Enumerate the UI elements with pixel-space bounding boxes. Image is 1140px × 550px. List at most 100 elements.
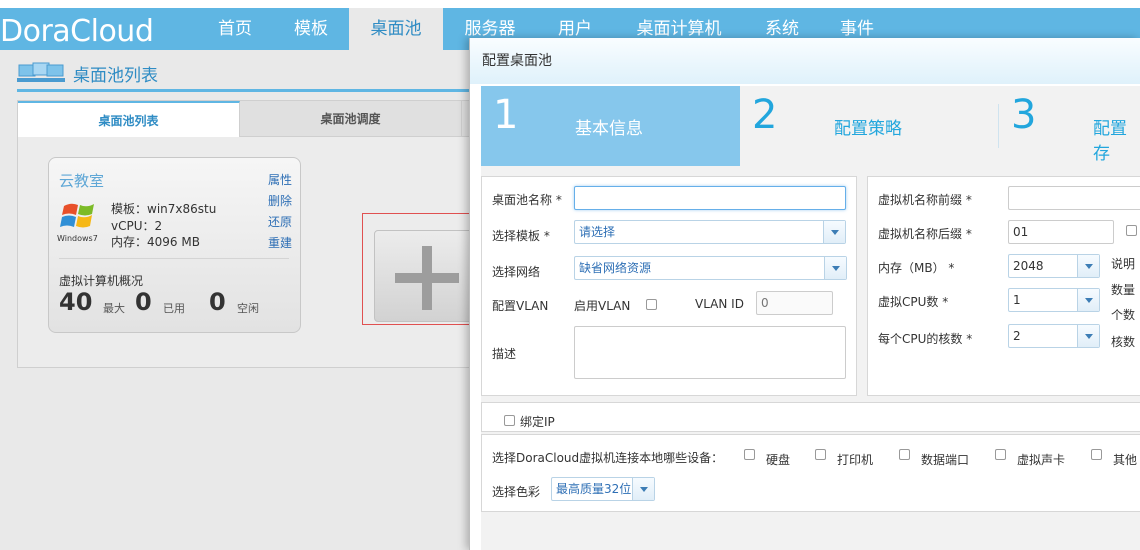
page-title: 桌面池列表 [73,65,158,86]
device-dataport-checkbox[interactable] [899,449,910,460]
vm-max-label: 最大 [103,302,125,315]
dialog-header: 配置桌面池 [470,38,1140,84]
devices-label: 选择DoraCloud虚拟机连接本地哪些设备： [492,451,724,465]
page-heading: 桌面池列表 [17,58,158,88]
enable-vlan-label: 启用VLAN [574,299,631,313]
device-printer-checkbox[interactable] [815,449,826,460]
vm-idle-count: 0 [209,288,226,316]
dialog-title: 配置桌面池 [482,53,552,69]
step-number: 1 [493,92,519,138]
device-disk-label: 硬盘 [766,453,791,467]
description-textarea[interactable] [574,326,846,379]
template-label: 选择模板 * [492,229,550,243]
chevron-down-icon[interactable] [824,257,846,279]
cores-select[interactable]: 2 [1008,324,1100,348]
step-label: 配置存 [1093,119,1127,164]
pool-card-actions: 属性 删除 还原 重建 [268,170,292,254]
tab-pool-list[interactable]: 桌面池列表 [18,101,240,137]
device-soundcard-checkbox[interactable] [995,449,1006,460]
step-number: 3 [1011,92,1037,138]
cpu-note-1: 数量 [1111,283,1136,297]
pool-rebuild-link[interactable]: 重建 [268,233,292,254]
monitors-icon [17,62,65,84]
step-storage[interactable]: 3 配置存 [999,86,1140,166]
step-label: 基本信息 [575,119,643,139]
pool-vcpu: vCPU：2 [111,219,163,233]
tabs-panel: 桌面池列表 桌面池调度 云教室 属性 删除 还原 重建 Windows7 模板：… [17,100,477,368]
cpu-count-label: 虚拟CPU数 * [878,295,949,309]
pool-restore-link[interactable]: 还原 [268,212,292,233]
color-label: 选择色彩 [492,485,541,499]
device-other-label: 其他 [1113,453,1138,467]
pool-delete-link[interactable]: 删除 [268,191,292,212]
memory-select[interactable]: 2048 [1008,254,1100,278]
chevron-down-icon[interactable] [1077,255,1099,277]
cpu-note-2: 个数 [1111,308,1136,322]
step-policy[interactable]: 2 配置策略 [740,86,998,166]
nav-item-desktop-pool[interactable]: 桌面池 [349,8,443,50]
enable-vlan-checkbox[interactable] [646,299,657,310]
bind-ip-checkbox[interactable] [504,415,515,426]
dialog-body: 1 基本信息 2 配置策略 3 配置存 桌面池名称 * 选择模板 * 请选择 选… [481,86,1140,550]
heading-underline [17,89,472,92]
vm-config-form: 虚拟机名称前缀 * 虚拟机名称后缀 * 内存（MB） * 2048 说明 虚拟C… [867,176,1140,396]
add-pool-box [362,213,476,325]
device-dataport-label: 数据端口 [921,453,970,467]
vm-used-count: 0 [135,288,152,316]
bind-ip-label: 绑定IP [520,415,555,429]
network-select[interactable]: 缺省网络资源 [574,256,847,280]
device-printer-label: 打印机 [837,453,874,467]
pool-template: 模板：win7x86stu [111,202,217,216]
step-label: 配置策略 [834,119,902,139]
vm-overview-title: 虚拟计算机概况 [59,274,144,288]
chevron-down-icon[interactable] [632,478,654,500]
memory-select-value: 2048 [1013,259,1044,273]
cores-label: 每个CPU的核数 * [878,332,973,346]
add-pool-button[interactable] [374,230,474,322]
chevron-down-icon[interactable] [823,221,845,243]
devices-section: 选择DoraCloud虚拟机连接本地哪些设备： 硬盘 打印机 数据端口 虚拟声卡… [481,434,1140,512]
app-logo: DoraCloud [0,14,154,49]
chevron-down-icon[interactable] [1077,325,1099,347]
tab-pool-schedule[interactable]: 桌面池调度 [240,101,462,137]
pool-name-label: 桌面池名称 * [492,193,562,207]
basic-info-form: 桌面池名称 * 选择模板 * 请选择 选择网络 缺省网络资源 配置VLAN 启用… [481,176,857,396]
vm-idle-label: 空闲 [237,302,259,315]
step-number: 2 [752,92,778,138]
pool-properties-link[interactable]: 属性 [268,170,292,191]
vlan-label: 配置VLAN [492,299,549,313]
vm-suffix-label: 虚拟机名称后缀 * [878,227,972,241]
pool-name[interactable]: 云教室 [59,170,104,191]
wizard-steps: 1 基本信息 2 配置策略 3 配置存 [481,86,1140,166]
vlan-id-label: VLAN ID [695,297,744,311]
pool-card[interactable]: 云教室 属性 删除 还原 重建 Windows7 模板：win7x86stu v… [48,157,301,333]
device-soundcard-label: 虚拟声卡 [1017,453,1066,467]
nav-item-templates[interactable]: 模板 [276,8,346,50]
memory-note: 说明 [1111,257,1136,271]
configure-pool-dialog: 配置桌面池 1 基本信息 2 配置策略 3 配置存 桌面池名称 * 选择模板 * [469,38,1140,550]
pool-memory: 内存：4096 MB [111,235,200,249]
chevron-down-icon[interactable] [1077,289,1099,311]
color-select[interactable]: 最高质量32位 [551,477,655,501]
nav-item-home[interactable]: 首页 [200,8,270,50]
cores-select-value: 2 [1013,329,1021,343]
vm-prefix-input[interactable] [1008,186,1140,210]
card-divider [59,258,289,259]
network-label: 选择网络 [492,265,541,279]
pool-name-input[interactable] [574,186,846,210]
description-label: 描述 [492,347,517,361]
device-disk-checkbox[interactable] [744,449,755,460]
step-basic-info[interactable]: 1 基本信息 [481,86,740,166]
suffix-option-checkbox[interactable] [1126,225,1137,236]
bind-ip-section: 绑定IP [481,402,1140,432]
cpu-count-select[interactable]: 1 [1008,288,1100,312]
template-select[interactable]: 请选择 [574,220,846,244]
vlan-id-input[interactable] [756,291,833,315]
vm-suffix-input[interactable] [1008,220,1114,244]
device-other-checkbox[interactable] [1091,449,1102,460]
network-select-value: 缺省网络资源 [579,261,652,275]
vm-prefix-label: 虚拟机名称前缀 * [878,193,972,207]
cpu-count-select-value: 1 [1013,293,1021,307]
os-label: Windows7 [57,234,98,243]
template-select-value: 请选择 [579,225,616,239]
